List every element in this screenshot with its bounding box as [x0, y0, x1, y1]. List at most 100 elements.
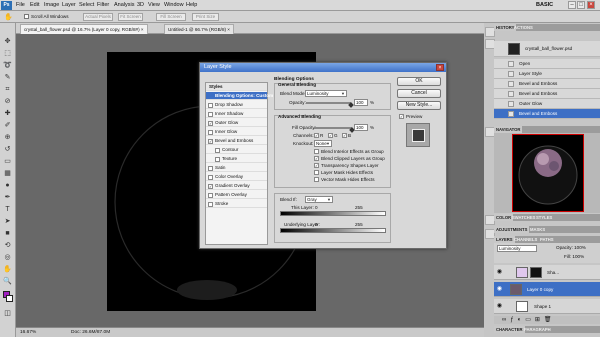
zoom-level[interactable]: 16.67% — [20, 328, 36, 337]
lasso-tool-icon[interactable]: ➰ — [2, 61, 13, 71]
advanced-option-checkbox[interactable] — [314, 170, 319, 175]
zoom-tool-icon[interactable]: 🔍 — [2, 277, 13, 287]
maximize-button[interactable]: □ — [577, 1, 585, 9]
fill-opacity-slider[interactable] — [314, 127, 352, 129]
style-item[interactable]: Contour — [206, 146, 267, 154]
styles-header[interactable]: Styles — [206, 83, 267, 91]
style-item[interactable]: ✓ Gradient Overlay — [206, 182, 267, 190]
move-tool-icon[interactable]: ✥ — [2, 37, 13, 47]
document-tab[interactable]: Untitled-1 @ 66.7% (RGB/8) × — [164, 24, 234, 34]
style-item-checkbox[interactable] — [215, 156, 220, 162]
style-item[interactable]: Blending Options: Custom — [206, 92, 273, 100]
opacity-slider[interactable] — [306, 102, 351, 104]
path-selection-tool-icon[interactable]: ➤ — [2, 217, 13, 227]
knockout-select[interactable]: None ▼ — [314, 140, 332, 147]
navigator-preview[interactable] — [512, 134, 584, 212]
dialog-close-icon[interactable]: × — [436, 64, 444, 71]
menu-view[interactable]: View — [148, 2, 160, 8]
3d-rotate-tool-icon[interactable]: ⟲ — [2, 241, 13, 251]
style-item[interactable]: Drop Shadow — [206, 101, 267, 109]
scroll-all-checkbox[interactable] — [24, 14, 29, 19]
menu-image[interactable]: Image — [44, 2, 59, 8]
gradient-tool-icon[interactable]: ▦ — [2, 169, 13, 179]
layer-row-selected[interactable]: ◉ Layer 0 copy — [494, 282, 600, 297]
history-item[interactable]: Bevel and Emboss — [494, 89, 600, 99]
visibility-eye-icon[interactable]: ◉ — [496, 303, 503, 310]
layer-row[interactable]: ◉ Sha... — [494, 265, 600, 280]
new-style-button[interactable]: New Style... — [397, 101, 441, 110]
style-item[interactable]: Texture — [206, 155, 267, 163]
style-item[interactable]: Pattern Overlay — [206, 191, 267, 199]
channel-r-checkbox[interactable]: ✓ — [314, 133, 319, 138]
print-size-button[interactable]: Print Size — [192, 13, 219, 21]
tab-paragraph[interactable]: PARAGRAPH — [522, 326, 553, 333]
tab-actions[interactable]: ACTIONS — [512, 24, 535, 31]
style-item-checkbox[interactable] — [208, 129, 213, 135]
style-item-checkbox[interactable] — [208, 102, 213, 108]
tab-navigator[interactable]: NAVIGATOR — [494, 126, 523, 133]
blend-if-select[interactable]: Gray ▼ — [305, 196, 333, 203]
actual-pixels-button[interactable]: Actual Pixels — [83, 13, 113, 21]
style-item[interactable]: Satin — [206, 164, 267, 172]
style-item-checkbox[interactable] — [215, 147, 220, 153]
marquee-tool-icon[interactable]: ⬚ — [2, 49, 13, 59]
advanced-option-checkbox[interactable] — [314, 149, 319, 154]
history-item-selected[interactable]: Bevel and Emboss — [494, 109, 600, 119]
blend-mode-select[interactable]: Luminosity ▼ — [305, 90, 347, 97]
style-item[interactable]: Inner Glow — [206, 128, 267, 136]
hand-tool-icon[interactable]: ✋ — [2, 265, 13, 275]
quick-select-tool-icon[interactable]: ✎ — [2, 73, 13, 83]
fill-screen-button[interactable]: Fill Screen — [156, 13, 186, 21]
fit-screen-button[interactable]: Fit Screen — [118, 13, 143, 21]
opacity-input[interactable]: 100 — [354, 99, 368, 106]
eraser-tool-icon[interactable]: ▭ — [2, 157, 13, 167]
style-item[interactable]: Inner Shadow — [206, 110, 267, 118]
channel-g-checkbox[interactable]: ✓ — [328, 133, 333, 138]
style-item-checkbox[interactable]: ✓ — [208, 120, 213, 126]
menu-edit[interactable]: Edit — [30, 2, 39, 8]
menu-analysis[interactable]: Analysis — [114, 2, 134, 8]
workspace-switcher[interactable]: BASIC — [536, 1, 570, 10]
channel-b-checkbox[interactable]: ✓ — [342, 133, 347, 138]
history-item[interactable]: Bevel and Emboss — [494, 79, 600, 89]
style-item-checkbox[interactable] — [208, 201, 213, 207]
shape-tool-icon[interactable]: ■ — [2, 229, 13, 239]
tab-masks[interactable]: MASKS — [528, 226, 547, 233]
menu-3d[interactable]: 3D — [137, 2, 144, 8]
menu-filter[interactable]: Filter — [97, 2, 109, 8]
tab-character[interactable]: CHARACTER — [494, 326, 525, 333]
style-item-checkbox[interactable] — [208, 192, 213, 198]
quick-mask-icon[interactable]: ◫ — [2, 309, 13, 319]
menu-file[interactable]: File — [16, 2, 25, 8]
layer-blend-mode-select[interactable]: Luminosity — [497, 245, 537, 252]
style-item[interactable]: Color Overlay — [206, 173, 267, 181]
clone-stamp-tool-icon[interactable]: ⊕ — [2, 133, 13, 143]
style-item[interactable]: ✓ Outer Glow — [206, 119, 267, 127]
background-color-swatch[interactable] — [6, 295, 13, 302]
history-snapshot[interactable]: crystall_ball_flower.psd — [494, 41, 600, 57]
advanced-option-checkbox[interactable]: ✓ — [314, 163, 319, 168]
menu-window[interactable]: Window — [164, 2, 184, 8]
layer-fill[interactable]: Fill: 100% — [564, 254, 584, 259]
style-item[interactable]: Stroke — [206, 200, 267, 208]
history-brush-tool-icon[interactable]: ↺ — [2, 145, 13, 155]
layer-row[interactable]: ◉ Shape 1 — [494, 299, 600, 314]
advanced-option-checkbox[interactable] — [314, 177, 319, 182]
cancel-button[interactable]: Cancel — [397, 89, 441, 98]
style-item-checkbox[interactable] — [208, 174, 213, 180]
layer-opacity[interactable]: Opacity: 100% — [556, 245, 586, 250]
visibility-eye-icon[interactable]: ◉ — [496, 269, 503, 276]
history-item[interactable]: Outer Glow — [494, 99, 600, 109]
fill-opacity-input[interactable]: 100 — [354, 124, 368, 131]
advanced-option-checkbox[interactable]: ✓ — [314, 156, 319, 161]
close-window-button[interactable]: × — [587, 1, 595, 9]
3d-orbit-tool-icon[interactable]: ◎ — [2, 253, 13, 263]
underlying-layer-gradient-slider[interactable] — [280, 228, 386, 233]
history-item[interactable]: Open — [494, 59, 600, 69]
tab-paths[interactable]: PATHS — [538, 236, 556, 243]
layers-footer-icons[interactable]: ∞ƒ◐▭⊞🗑 — [494, 316, 600, 324]
dodge-tool-icon[interactable]: ● — [2, 181, 13, 191]
style-item-checkbox[interactable]: ✓ — [208, 138, 213, 144]
ok-button[interactable]: OK — [397, 77, 441, 86]
style-item-checkbox[interactable] — [208, 111, 213, 117]
